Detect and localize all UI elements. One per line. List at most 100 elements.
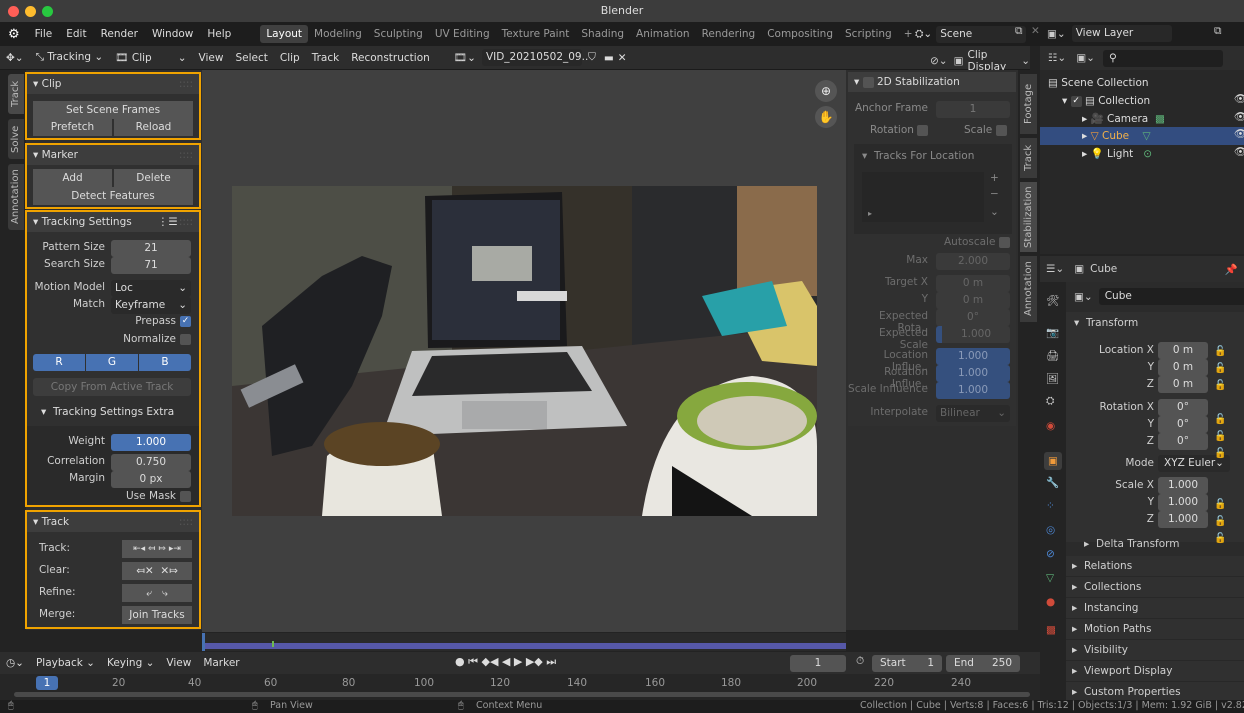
timeline-editor-icon[interactable]: ◷⌄ bbox=[0, 657, 30, 669]
location-x-field[interactable]: 0 m bbox=[1158, 342, 1208, 359]
menu-track[interactable]: Track bbox=[306, 52, 345, 64]
scale-toggle[interactable]: Scale bbox=[964, 124, 1007, 136]
location-z-field[interactable]: 0 m bbox=[1158, 376, 1208, 393]
timeline-scrollbar[interactable] bbox=[14, 692, 1030, 697]
motion-paths-section[interactable]: ▸ Motion Paths bbox=[1066, 619, 1244, 640]
clip-browse-icon[interactable]: 🎞⌄ bbox=[448, 51, 482, 64]
scale-influence-slider[interactable]: 1.000 bbox=[936, 382, 1010, 399]
collections-section[interactable]: ▸ Collections bbox=[1066, 577, 1244, 598]
view-layer-tab-icon[interactable]: 🖼 bbox=[1046, 372, 1059, 385]
stabilization-checkbox[interactable] bbox=[862, 76, 874, 88]
tab-animation[interactable]: Animation bbox=[630, 28, 696, 40]
instancing-section[interactable]: ▸ Instancing bbox=[1066, 598, 1244, 619]
expected-scale-field[interactable]: 1.000 bbox=[936, 326, 1010, 343]
menu-help[interactable]: Help bbox=[200, 28, 238, 40]
margin-field[interactable]: 0 px bbox=[111, 471, 191, 488]
scale-y-field[interactable]: 1.000 bbox=[1158, 494, 1208, 511]
world-tab-icon[interactable]: ◉ bbox=[1046, 420, 1055, 432]
prefetch-button[interactable]: Prefetch bbox=[33, 118, 112, 136]
pin-icon[interactable]: 📌 bbox=[1225, 263, 1238, 276]
menu-window[interactable]: Window bbox=[145, 28, 200, 40]
rotation-x-field[interactable]: 0° bbox=[1158, 399, 1208, 416]
mode-selector[interactable]: ⤡ Tracking ⌄ bbox=[30, 51, 110, 64]
drag-handle-icon[interactable]: :::: bbox=[179, 512, 193, 532]
tab-stabilization[interactable]: Stabilization bbox=[1020, 182, 1037, 252]
tab-shading[interactable]: Shading bbox=[575, 28, 630, 40]
tab-modeling[interactable]: Modeling bbox=[308, 28, 368, 40]
pan-hand-icon[interactable]: ✋ bbox=[815, 106, 837, 128]
marker-panel-header[interactable]: ▾ Marker:::: bbox=[27, 145, 199, 165]
interpolate-dropdown[interactable]: Bilinear ⌄ bbox=[936, 405, 1010, 422]
scale-checkbox[interactable] bbox=[995, 124, 1007, 136]
rotation-y-field[interactable]: 0° bbox=[1158, 416, 1208, 433]
zoom-icon[interactable]: ⊕ bbox=[815, 80, 837, 102]
editor-type-icon[interactable]: ✥⌄ bbox=[0, 52, 30, 64]
particles-tab-icon[interactable]: ⁘ bbox=[1046, 500, 1055, 512]
motion-model-dropdown[interactable]: Loc ⌄ bbox=[111, 280, 191, 297]
correlation-field[interactable]: 0.750 bbox=[111, 454, 191, 471]
output-tab-icon[interactable]: 🖨 bbox=[1046, 349, 1059, 362]
playback-controls[interactable]: ● ⏮ ◆◀ ◀ ▶ ▶◆ ⏭ bbox=[455, 655, 556, 669]
tab-solve[interactable]: Solve bbox=[8, 119, 24, 159]
tracking-settings-header[interactable]: ▾ Tracking Settings ⋮☰:::: bbox=[27, 212, 199, 232]
add-marker-button[interactable]: Add bbox=[33, 169, 112, 187]
add-track-icon[interactable]: + bbox=[990, 172, 999, 184]
match-dropdown[interactable]: Keyframe ⌄ bbox=[111, 297, 191, 314]
physics-tab-icon[interactable]: ◎ bbox=[1046, 524, 1055, 536]
tab-track[interactable]: Track bbox=[8, 74, 24, 114]
join-tracks-button[interactable]: Join Tracks bbox=[122, 606, 192, 624]
object-browse-icon[interactable]: ▣⌄ bbox=[1074, 291, 1093, 303]
pattern-size-field[interactable]: 21 bbox=[111, 240, 191, 257]
cube-row[interactable]: ▸ ▽ Cube ▽ bbox=[1082, 127, 1151, 145]
end-frame-field[interactable]: End 250 bbox=[946, 655, 1020, 672]
tab-uv-editing[interactable]: UV Editing bbox=[429, 28, 496, 40]
prepass-checkbox[interactable]: ✓ bbox=[180, 315, 191, 327]
location-influence-slider[interactable]: 1.000 bbox=[936, 348, 1010, 365]
target-x-field[interactable]: 0 m bbox=[936, 275, 1010, 292]
chevron-down-icon[interactable]: ⌄ bbox=[990, 206, 999, 218]
normalize-checkbox[interactable] bbox=[180, 333, 191, 345]
camera-row[interactable]: ▸ 🎥 Camera ▩ bbox=[1082, 110, 1165, 128]
current-frame-field[interactable]: 1 bbox=[790, 655, 846, 672]
anchor-frame-field[interactable]: 1 bbox=[936, 101, 1010, 118]
view-dropdown-icon[interactable]: ⌄ bbox=[172, 52, 193, 64]
visibility-section[interactable]: ▸ Visibility bbox=[1066, 640, 1244, 661]
menu-clip[interactable]: Clip bbox=[274, 52, 306, 64]
outliner-search-input[interactable]: ⚲ bbox=[1102, 49, 1223, 67]
clip-timeline-strip[interactable] bbox=[202, 633, 846, 651]
track-buttons[interactable]: ⇤◂ ⤆ ⤇ ▸⇥ bbox=[122, 540, 192, 558]
tab-footage[interactable]: Footage bbox=[1020, 74, 1037, 134]
menu-edit[interactable]: Edit bbox=[59, 28, 93, 40]
tab-texture-paint[interactable]: Texture Paint bbox=[496, 28, 576, 40]
copy-from-active-track-button[interactable]: Copy From Active Track bbox=[33, 378, 191, 396]
menu-view[interactable]: View bbox=[193, 52, 230, 64]
max-field[interactable]: 2.000 bbox=[936, 253, 1010, 270]
scene-collection-row[interactable]: ▤ Scene Collection bbox=[1048, 74, 1149, 92]
weight-slider[interactable]: 1.000 bbox=[111, 434, 191, 451]
data-tab-icon[interactable]: ▽ bbox=[1046, 572, 1054, 584]
timeline-view-menu[interactable]: View bbox=[160, 657, 197, 669]
visibility-eye-icon[interactable]: 👁 bbox=[1234, 110, 1244, 123]
timeline-ruler[interactable]: 1 20 40 60 80 100 120 140 160 180 200 22… bbox=[0, 674, 1040, 700]
delta-transform-header[interactable]: ▸ Delta Transform bbox=[1084, 538, 1180, 550]
prepass-checkbox-row[interactable]: Prepass ✓ bbox=[111, 315, 191, 327]
tracking-settings-extra-header[interactable]: ▾ Tracking Settings Extra bbox=[41, 406, 174, 418]
menu-file[interactable]: File bbox=[28, 28, 60, 40]
view-selector[interactable]: 🎞 Clip bbox=[109, 51, 158, 64]
current-frame-marker[interactable]: 1 bbox=[36, 676, 58, 690]
clip-panel-header[interactable]: ▾ Clip:::: bbox=[27, 74, 199, 94]
normalize-checkbox-row[interactable]: Normalize bbox=[91, 333, 191, 345]
material-tab-icon[interactable]: ● bbox=[1046, 596, 1055, 608]
tracks-list[interactable] bbox=[862, 172, 984, 222]
tab-scripting[interactable]: Scripting bbox=[839, 28, 898, 40]
modifier-tab-icon[interactable]: 🔧 bbox=[1046, 476, 1059, 489]
start-frame-field[interactable]: Start 1 bbox=[872, 655, 942, 672]
tab-compositing[interactable]: Compositing bbox=[761, 28, 839, 40]
expected-rotation-field[interactable]: 0° bbox=[936, 309, 1010, 326]
clip-name-field[interactable]: VID_20210502_09.. bbox=[481, 49, 588, 66]
rotation-influence-slider[interactable]: 1.000 bbox=[936, 365, 1010, 382]
texture-tab-icon[interactable]: ▩ bbox=[1046, 624, 1056, 636]
new-view-layer-icon[interactable]: ⧉ bbox=[1214, 25, 1222, 38]
channel-b-toggle[interactable]: B bbox=[139, 354, 191, 371]
visibility-eye-icon[interactable]: 👁 bbox=[1234, 127, 1244, 140]
